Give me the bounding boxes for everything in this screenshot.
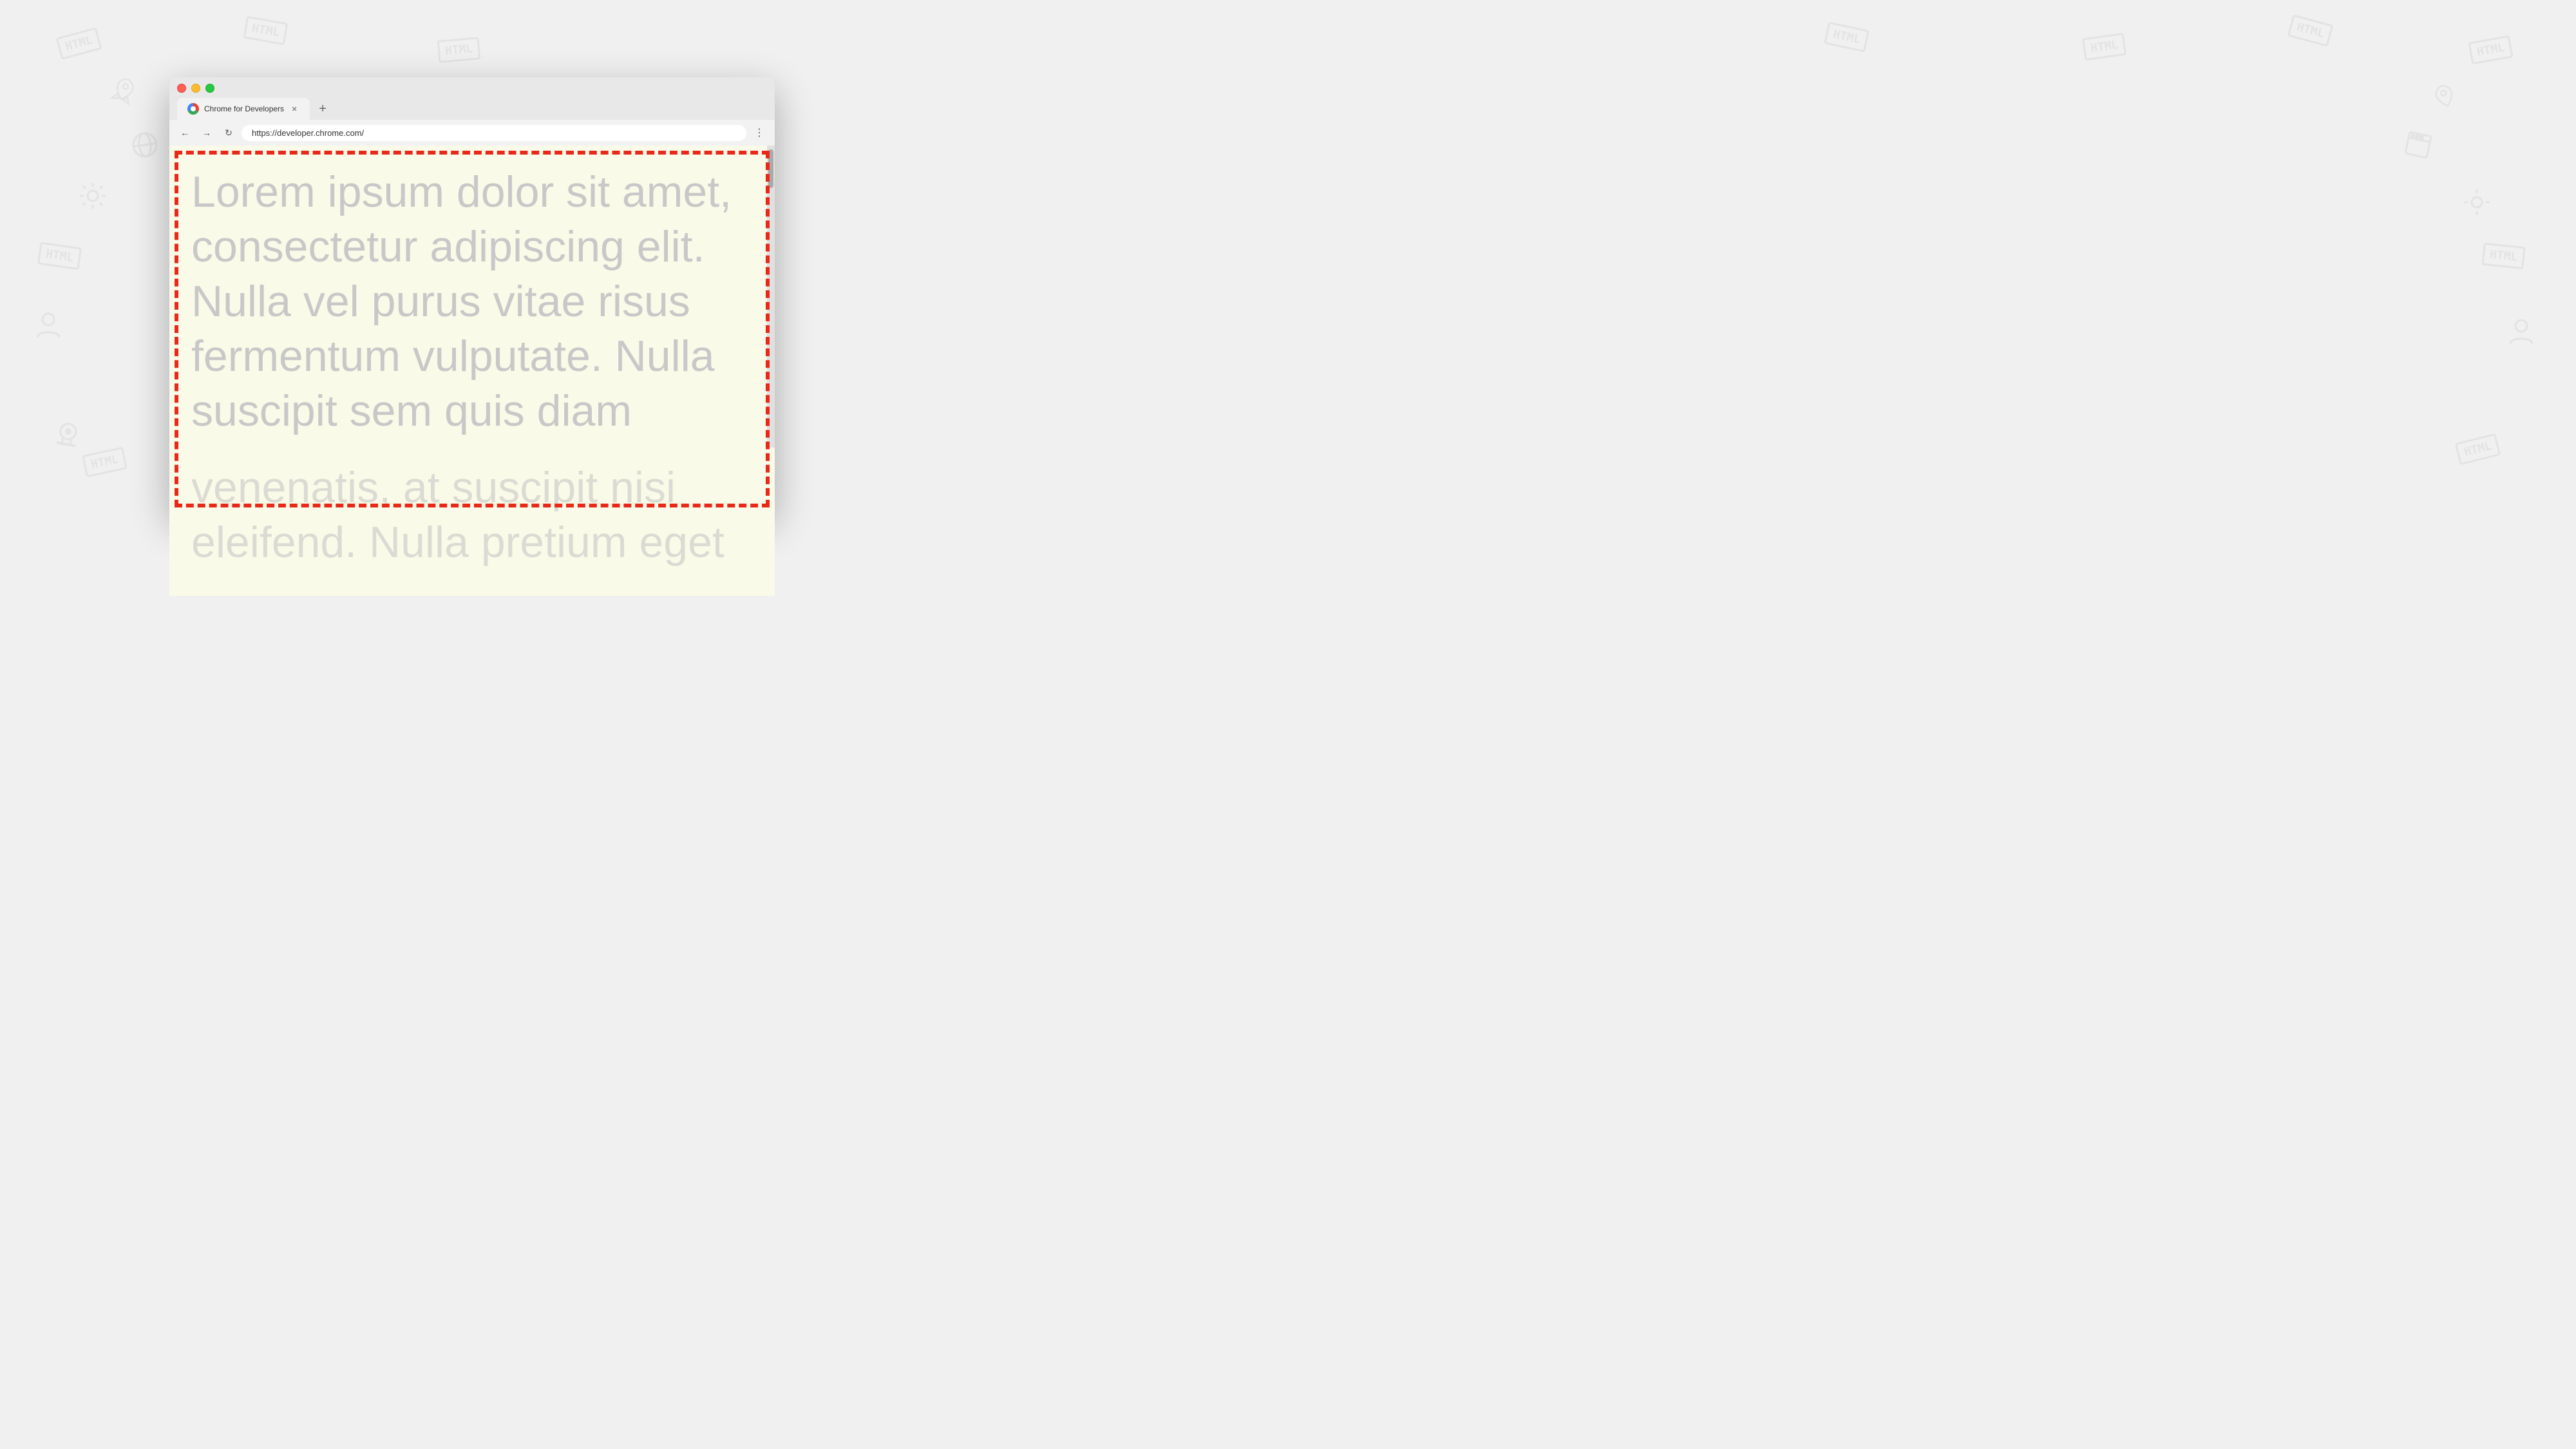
lorem-line-1: Lorem ipsum dolor sit amet, [191,167,732,216]
navigation-bar: ← → ↻ https://developer.chrome.com/ ⋮ [169,120,775,146]
lorem-line-2: consectetur adipiscing elit. [191,222,705,271]
tab-close-button[interactable]: ✕ [289,104,299,114]
chrome-favicon [187,103,199,115]
minimize-button[interactable] [191,84,200,93]
title-bar: Chrome for Developers ✕ + [169,77,775,120]
new-tab-button[interactable]: + [312,99,333,119]
close-button[interactable] [177,84,186,93]
maximize-button[interactable] [205,84,214,93]
url-text: https://developer.chrome.com/ [252,128,364,138]
tab-bar: Chrome for Developers ✕ + [177,98,767,120]
traffic-lights [177,84,767,93]
back-button[interactable]: ← [176,124,194,142]
lorem-line-5: suscipit sem quis diam [191,386,632,435]
active-tab[interactable]: Chrome for Developers ✕ [177,98,310,120]
forward-button[interactable]: → [198,124,216,142]
address-bar[interactable]: https://developer.chrome.com/ [242,125,746,141]
lorem-line-4: fermentum vulputate. Nulla [191,332,715,381]
below-fold-text: venenatis, at suscipit nisi eleifend. Nu… [185,454,759,576]
reload-button[interactable]: ↻ [220,124,238,142]
tab-title: Chrome for Developers [204,104,284,113]
below-fold-line-7: eleifend. Nulla pretium eget [191,518,724,567]
lorem-line-3: Nulla vel purus vitae risus [191,277,690,326]
below-fold-line-6: venenatis, at suscipit nisi [191,463,676,512]
menu-button[interactable]: ⋮ [750,124,768,142]
scrollbar-thumb[interactable] [768,149,773,188]
below-fold-content: venenatis, at suscipit nisi eleifend. Nu… [169,448,775,596]
